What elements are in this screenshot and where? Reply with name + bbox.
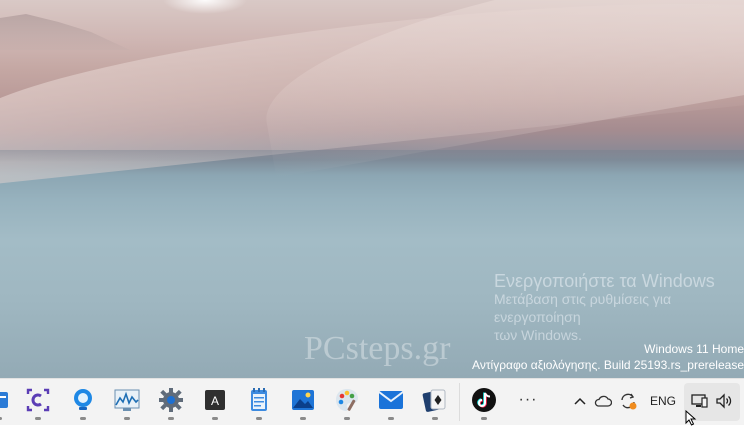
- network-icon: [690, 391, 710, 411]
- settings-gear-icon[interactable]: [158, 387, 184, 420]
- paint-icon[interactable]: [334, 387, 360, 420]
- mail-icon[interactable]: [378, 387, 404, 420]
- site-watermark: PCsteps.gr: [304, 330, 451, 367]
- wallpaper-shoreline: [0, 150, 744, 162]
- terminal-app-icon[interactable]: A: [202, 387, 228, 420]
- onedrive-cloud-icon[interactable]: [593, 391, 613, 411]
- tiktok-icon[interactable]: [471, 387, 497, 420]
- cortana-icon[interactable]: [70, 387, 96, 420]
- desktop-wallpaper: Ενεργοποιήστε τα Windows Μετάβαση στις ρ…: [0, 0, 744, 378]
- show-hidden-icons-chevron-icon[interactable]: [570, 391, 590, 411]
- file-explorer-icon[interactable]: [0, 387, 12, 420]
- resource-monitor-icon[interactable]: [114, 387, 140, 420]
- svg-text:A: A: [211, 394, 219, 408]
- activate-line1: Μετάβαση στις ρυθμίσεις για ενεργοποίηση: [494, 291, 672, 325]
- build-edition: Windows 11 Home: [644, 342, 744, 356]
- language-indicator[interactable]: ENG: [650, 394, 676, 408]
- mouse-cursor-icon: [685, 409, 697, 431]
- photos-icon[interactable]: [290, 387, 316, 420]
- wallpaper-mountain: [0, 14, 130, 50]
- more-dots: ···: [518, 391, 538, 408]
- more-apps-button[interactable]: ···: [515, 387, 541, 413]
- build-number: Αντίγραφο αξιολόγησης. Build 25193.rs_pr…: [472, 358, 744, 372]
- activate-windows-watermark: Ενεργοποιήστε τα Windows Μετάβαση στις ρ…: [494, 272, 744, 344]
- solitaire-icon[interactable]: [422, 387, 448, 420]
- build-info: Windows 11 Home Αντίγραφο αξιολόγησης. B…: [472, 341, 744, 373]
- taskbar-separator: [459, 383, 460, 421]
- sync-icon[interactable]: [618, 391, 638, 411]
- notepad-icon[interactable]: [246, 387, 272, 420]
- taskbar: A ··· ENG: [0, 378, 744, 425]
- clipchamp-icon[interactable]: [25, 387, 51, 420]
- activate-title: Ενεργοποιήστε τα Windows: [494, 271, 715, 291]
- volume-icon: [714, 391, 734, 411]
